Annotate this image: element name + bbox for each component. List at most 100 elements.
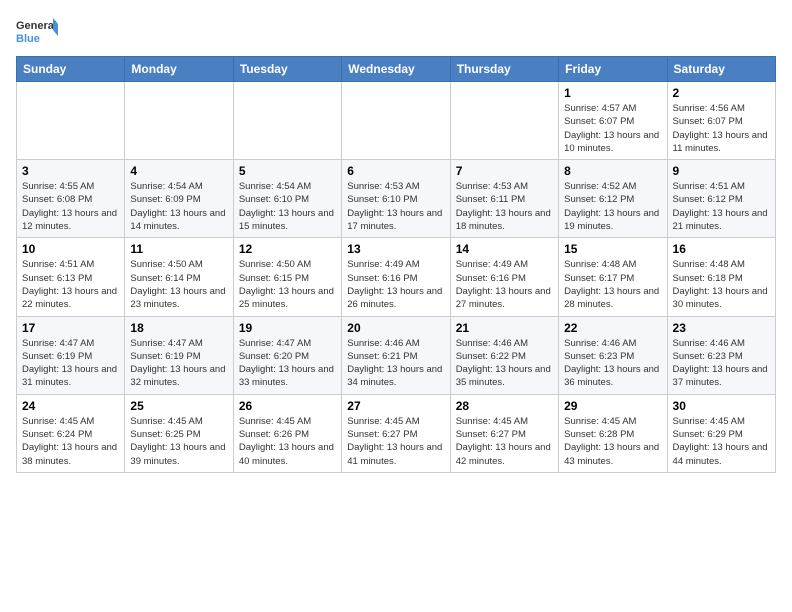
day-info: Sunrise: 4:45 AM Sunset: 6:29 PM Dayligh… xyxy=(673,415,770,468)
calendar-cell: 27Sunrise: 4:45 AM Sunset: 6:27 PM Dayli… xyxy=(342,394,450,472)
logo: General Blue xyxy=(16,16,58,48)
calendar-cell: 8 Sunrise: 4:52 AM Sunset: 6:12 PM Daylig… xyxy=(559,160,667,238)
week-row-2: 3 Sunrise: 4:55 AM Sunset: 6:08 PM Daylig… xyxy=(17,160,776,238)
svg-text:Blue: Blue xyxy=(16,33,40,45)
week-row-4: 17Sunrise: 4:47 AM Sunset: 6:19 PM Dayli… xyxy=(17,316,776,394)
day-info: Sunrise: 4:52 AM Sunset: 6:12 PM Dayligh… xyxy=(564,180,661,233)
day-number: 1 xyxy=(564,86,661,100)
calendar-cell: 25 Sunrise: 4:45 AM Sunset: 6:25 PM Dayli… xyxy=(125,394,233,472)
calendar-cell: 1 Sunrise: 4:57 AM Sunset: 6:07 PM Daylig… xyxy=(559,82,667,160)
day-number: 10 xyxy=(22,242,119,256)
day-number: 20 xyxy=(347,321,444,335)
day-number: 16 xyxy=(673,242,770,256)
day-info: Sunrise: 4:51 AM Sunset: 6:12 PM Dayligh… xyxy=(673,180,770,233)
calendar-cell: 11 Sunrise: 4:50 AM Sunset: 6:14 PM Dayli… xyxy=(125,238,233,316)
calendar-cell: 26 Sunrise: 4:45 AM Sunset: 6:26 PM Dayli… xyxy=(233,394,341,472)
day-number: 18 xyxy=(130,321,227,335)
day-number: 24 xyxy=(22,399,119,413)
day-number: 14 xyxy=(456,242,553,256)
day-info: Sunrise: 4:50 AM Sunset: 6:14 PM Dayligh… xyxy=(130,258,227,311)
calendar-cell xyxy=(17,82,125,160)
day-info: Sunrise: 4:47 AM Sunset: 6:19 PM Dayligh… xyxy=(22,337,119,390)
calendar-cell: 2 Sunrise: 4:56 AM Sunset: 6:07 PM Daylig… xyxy=(667,82,775,160)
day-number: 12 xyxy=(239,242,336,256)
day-number: 23 xyxy=(673,321,770,335)
day-info: Sunrise: 4:49 AM Sunset: 6:16 PM Dayligh… xyxy=(456,258,553,311)
calendar-cell: 13 Sunrise: 4:49 AM Sunset: 6:16 PM Dayli… xyxy=(342,238,450,316)
day-info: Sunrise: 4:55 AM Sunset: 6:08 PM Dayligh… xyxy=(22,180,119,233)
calendar-cell: 22Sunrise: 4:46 AM Sunset: 6:23 PM Dayli… xyxy=(559,316,667,394)
day-info: Sunrise: 4:45 AM Sunset: 6:24 PM Dayligh… xyxy=(22,415,119,468)
week-row-1: 1 Sunrise: 4:57 AM Sunset: 6:07 PM Daylig… xyxy=(17,82,776,160)
calendar-cell: 4 Sunrise: 4:54 AM Sunset: 6:09 PM Daylig… xyxy=(125,160,233,238)
day-number: 21 xyxy=(456,321,553,335)
day-number: 26 xyxy=(239,399,336,413)
weekday-header-monday: Monday xyxy=(125,57,233,82)
calendar-cell: 18Sunrise: 4:47 AM Sunset: 6:19 PM Dayli… xyxy=(125,316,233,394)
day-number: 5 xyxy=(239,164,336,178)
calendar-cell: 7Sunrise: 4:53 AM Sunset: 6:11 PM Daylig… xyxy=(450,160,558,238)
day-info: Sunrise: 4:45 AM Sunset: 6:26 PM Dayligh… xyxy=(239,415,336,468)
day-number: 8 xyxy=(564,164,661,178)
day-info: Sunrise: 4:46 AM Sunset: 6:21 PM Dayligh… xyxy=(347,337,444,390)
day-number: 6 xyxy=(347,164,444,178)
calendar-cell: 24 Sunrise: 4:45 AM Sunset: 6:24 PM Dayli… xyxy=(17,394,125,472)
weekday-header-thursday: Thursday xyxy=(450,57,558,82)
calendar-cell: 15 Sunrise: 4:48 AM Sunset: 6:17 PM Dayli… xyxy=(559,238,667,316)
day-number: 3 xyxy=(22,164,119,178)
weekday-header-wednesday: Wednesday xyxy=(342,57,450,82)
weekday-header-sunday: Sunday xyxy=(17,57,125,82)
weekday-header-saturday: Saturday xyxy=(667,57,775,82)
logo-icon: General Blue xyxy=(16,16,58,48)
calendar-cell: 14 Sunrise: 4:49 AM Sunset: 6:16 PM Dayli… xyxy=(450,238,558,316)
day-info: Sunrise: 4:45 AM Sunset: 6:27 PM Dayligh… xyxy=(456,415,553,468)
calendar-cell: 17Sunrise: 4:47 AM Sunset: 6:19 PM Dayli… xyxy=(17,316,125,394)
calendar-cell: 5 Sunrise: 4:54 AM Sunset: 6:10 PM Daylig… xyxy=(233,160,341,238)
day-number: 13 xyxy=(347,242,444,256)
day-info: Sunrise: 4:53 AM Sunset: 6:10 PM Dayligh… xyxy=(347,180,444,233)
day-number: 9 xyxy=(673,164,770,178)
calendar-cell: 10 Sunrise: 4:51 AM Sunset: 6:13 PM Dayli… xyxy=(17,238,125,316)
day-info: Sunrise: 4:48 AM Sunset: 6:18 PM Dayligh… xyxy=(673,258,770,311)
day-info: Sunrise: 4:56 AM Sunset: 6:07 PM Dayligh… xyxy=(673,102,770,155)
calendar-cell xyxy=(450,82,558,160)
calendar-cell: 23 Sunrise: 4:46 AM Sunset: 6:23 PM Dayli… xyxy=(667,316,775,394)
weekday-header-friday: Friday xyxy=(559,57,667,82)
day-number: 4 xyxy=(130,164,227,178)
day-info: Sunrise: 4:48 AM Sunset: 6:17 PM Dayligh… xyxy=(564,258,661,311)
day-info: Sunrise: 4:49 AM Sunset: 6:16 PM Dayligh… xyxy=(347,258,444,311)
day-number: 27 xyxy=(347,399,444,413)
svg-text:General: General xyxy=(16,20,57,32)
day-info: Sunrise: 4:54 AM Sunset: 6:10 PM Dayligh… xyxy=(239,180,336,233)
day-number: 30 xyxy=(673,399,770,413)
day-number: 19 xyxy=(239,321,336,335)
calendar-cell: 20 Sunrise: 4:46 AM Sunset: 6:21 PM Dayli… xyxy=(342,316,450,394)
day-number: 25 xyxy=(130,399,227,413)
day-info: Sunrise: 4:54 AM Sunset: 6:09 PM Dayligh… xyxy=(130,180,227,233)
day-number: 15 xyxy=(564,242,661,256)
day-info: Sunrise: 4:45 AM Sunset: 6:25 PM Dayligh… xyxy=(130,415,227,468)
day-info: Sunrise: 4:51 AM Sunset: 6:13 PM Dayligh… xyxy=(22,258,119,311)
day-info: Sunrise: 4:50 AM Sunset: 6:15 PM Dayligh… xyxy=(239,258,336,311)
day-info: Sunrise: 4:57 AM Sunset: 6:07 PM Dayligh… xyxy=(564,102,661,155)
calendar-table: SundayMondayTuesdayWednesdayThursdayFrid… xyxy=(16,56,776,473)
calendar-cell xyxy=(342,82,450,160)
day-number: 28 xyxy=(456,399,553,413)
calendar-cell: 30 Sunrise: 4:45 AM Sunset: 6:29 PM Dayli… xyxy=(667,394,775,472)
calendar-cell: 19 Sunrise: 4:47 AM Sunset: 6:20 PM Dayli… xyxy=(233,316,341,394)
calendar-cell: 9 Sunrise: 4:51 AM Sunset: 6:12 PM Daylig… xyxy=(667,160,775,238)
calendar-cell: 3 Sunrise: 4:55 AM Sunset: 6:08 PM Daylig… xyxy=(17,160,125,238)
day-number: 7 xyxy=(456,164,553,178)
calendar-cell: 28 Sunrise: 4:45 AM Sunset: 6:27 PM Dayli… xyxy=(450,394,558,472)
header: General Blue xyxy=(16,16,776,48)
weekday-header-tuesday: Tuesday xyxy=(233,57,341,82)
day-info: Sunrise: 4:47 AM Sunset: 6:20 PM Dayligh… xyxy=(239,337,336,390)
week-row-3: 10 Sunrise: 4:51 AM Sunset: 6:13 PM Dayli… xyxy=(17,238,776,316)
day-info: Sunrise: 4:45 AM Sunset: 6:28 PM Dayligh… xyxy=(564,415,661,468)
day-number: 11 xyxy=(130,242,227,256)
day-info: Sunrise: 4:46 AM Sunset: 6:23 PM Dayligh… xyxy=(673,337,770,390)
calendar-cell: 16 Sunrise: 4:48 AM Sunset: 6:18 PM Dayli… xyxy=(667,238,775,316)
calendar-cell: 6 Sunrise: 4:53 AM Sunset: 6:10 PM Daylig… xyxy=(342,160,450,238)
day-number: 2 xyxy=(673,86,770,100)
day-info: Sunrise: 4:46 AM Sunset: 6:23 PM Dayligh… xyxy=(564,337,661,390)
